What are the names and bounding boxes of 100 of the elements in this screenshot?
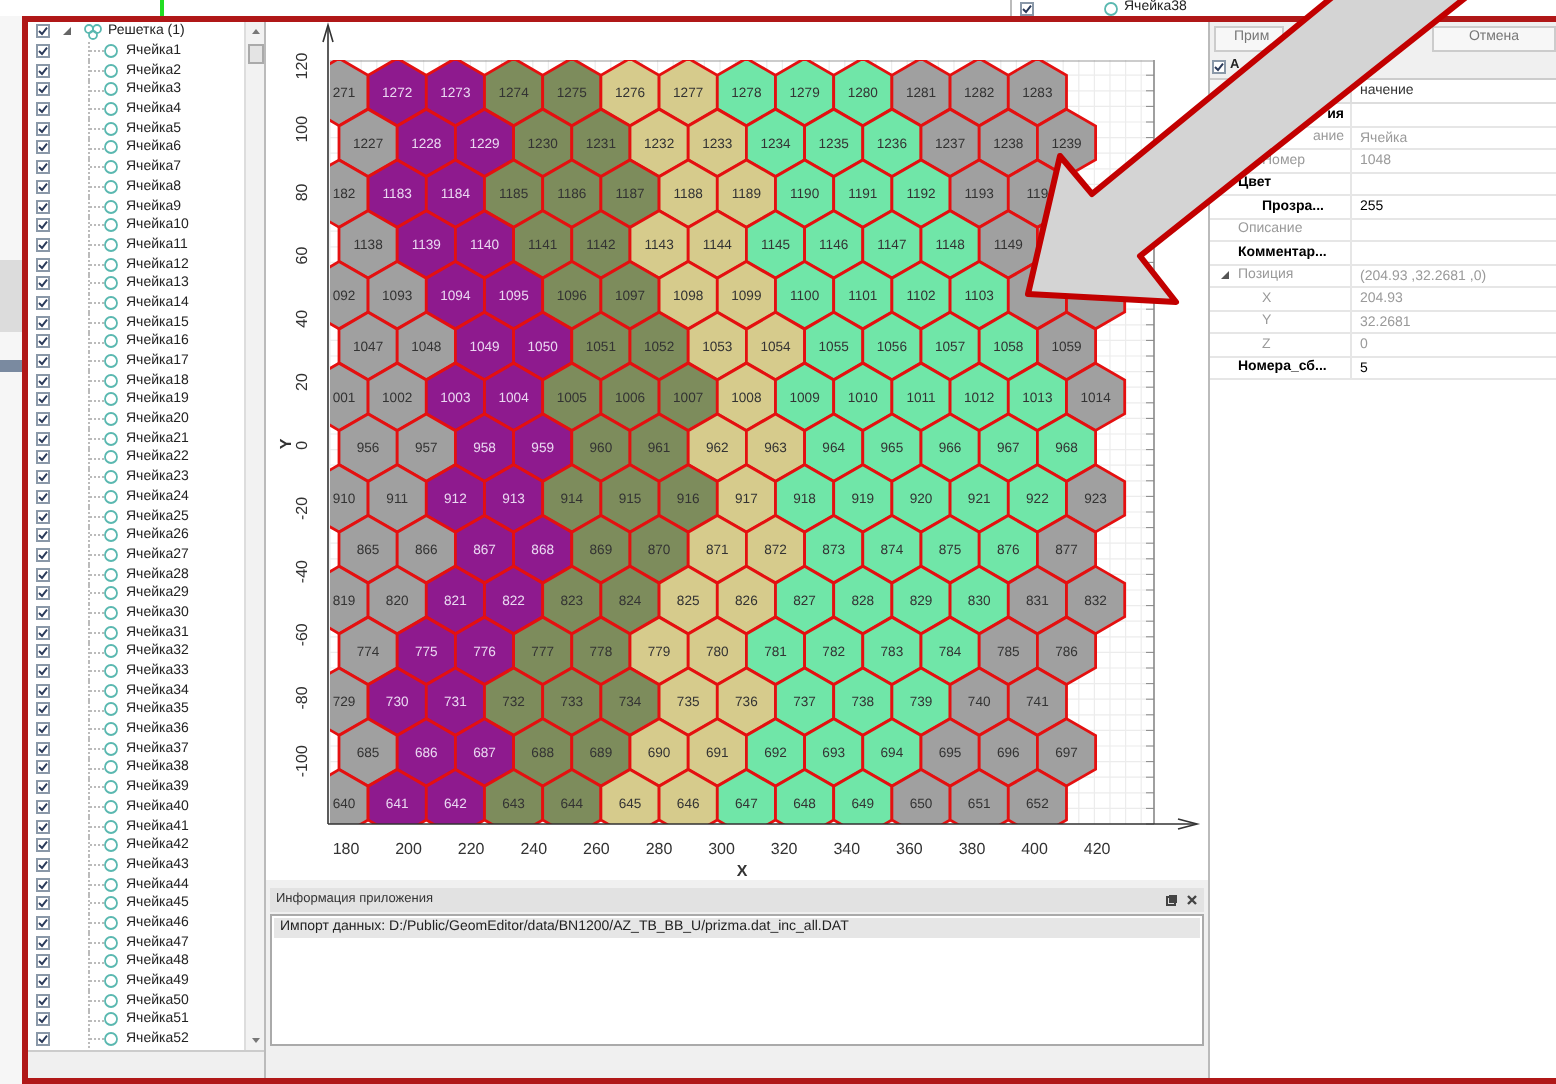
checkbox[interactable] — [36, 799, 50, 814]
axis-tick-label: 60 — [293, 246, 311, 265]
circle-icon — [104, 625, 118, 640]
checkbox[interactable] — [36, 470, 50, 485]
axis-tick-label: 400 — [1021, 840, 1048, 858]
circle-icon — [104, 199, 118, 214]
axis-tick-label: 380 — [958, 840, 986, 858]
checkbox[interactable] — [36, 760, 50, 775]
checkbox[interactable] — [36, 373, 50, 388]
circle-icon — [104, 586, 118, 601]
checkbox[interactable] — [36, 586, 50, 601]
circle-icon — [104, 935, 118, 950]
circle-icon — [104, 412, 118, 427]
checkbox[interactable] — [36, 44, 50, 59]
checkbox[interactable] — [36, 354, 50, 369]
checkbox[interactable] — [36, 63, 50, 78]
circle-icon — [104, 392, 118, 407]
close-icon[interactable] — [1186, 894, 1198, 906]
axis-tick-label: 340 — [833, 840, 861, 858]
checkbox[interactable] — [36, 993, 50, 1008]
checkbox[interactable] — [36, 82, 50, 97]
checkbox[interactable] — [36, 160, 50, 175]
checkbox[interactable] — [36, 683, 50, 698]
scrollbar-thumb[interactable] — [247, 44, 263, 64]
scroll-down-icon[interactable] — [249, 1034, 261, 1046]
checkbox[interactable] — [36, 257, 50, 272]
circle-icon — [104, 218, 118, 233]
circle-icon — [104, 605, 118, 620]
checkbox[interactable] — [36, 450, 50, 465]
checkbox[interactable] — [36, 392, 50, 407]
checkbox[interactable] — [36, 877, 50, 892]
checkbox[interactable] — [36, 121, 50, 136]
checkbox[interactable] — [36, 954, 50, 969]
checkbox[interactable] — [36, 625, 50, 640]
checkbox[interactable] — [36, 24, 50, 39]
checkbox[interactable] — [36, 974, 50, 989]
checkbox[interactable] — [36, 896, 50, 911]
checkbox[interactable] — [36, 334, 50, 349]
axis-tick-label: 260 — [583, 840, 610, 858]
checkbox[interactable] — [36, 179, 50, 194]
axis-tick-label: 320 — [770, 840, 798, 858]
axis-tick-label: 40 — [293, 309, 311, 328]
checkbox[interactable] — [36, 295, 50, 310]
checkbox[interactable] — [1212, 59, 1226, 73]
axis-tick-label: -80 — [293, 686, 311, 710]
checkbox[interactable] — [36, 199, 50, 214]
checkbox[interactable] — [36, 276, 50, 291]
circle-icon — [104, 334, 118, 349]
checkbox[interactable] — [36, 1012, 50, 1027]
float-icon[interactable] — [1166, 894, 1178, 906]
checkbox[interactable] — [36, 547, 50, 562]
checkbox[interactable] — [36, 838, 50, 853]
checkbox[interactable] — [1020, 1, 1034, 15]
axis-tick-label: 200 — [395, 840, 422, 858]
caret-icon[interactable] — [62, 26, 72, 37]
circle-icon — [104, 470, 118, 485]
circle-icon — [104, 450, 118, 465]
axis-tick-label: 80 — [293, 183, 311, 202]
circle-icon — [104, 722, 118, 737]
axis-title: X — [736, 862, 748, 880]
axis-tick-label: 20 — [293, 373, 311, 391]
checkbox[interactable] — [36, 528, 50, 543]
checkbox[interactable] — [36, 664, 50, 679]
scrollbar[interactable] — [244, 22, 264, 1050]
checkbox[interactable] — [36, 412, 50, 427]
checkbox[interactable] — [36, 722, 50, 737]
circle-icon — [104, 702, 118, 717]
checkbox[interactable] — [36, 935, 50, 950]
checkbox[interactable] — [36, 915, 50, 930]
checkbox[interactable] — [36, 489, 50, 504]
checkbox[interactable] — [36, 605, 50, 620]
circle-icon — [104, 741, 118, 756]
checkbox[interactable] — [36, 567, 50, 582]
checkbox[interactable] — [36, 857, 50, 872]
axis-tick-label: 0 — [293, 440, 311, 450]
checkbox[interactable] — [36, 741, 50, 756]
circle-icon — [104, 838, 118, 853]
axis-tick-label: -100 — [293, 745, 311, 778]
checkbox[interactable] — [36, 702, 50, 717]
circle-icon — [104, 780, 118, 795]
circle-icon — [104, 974, 118, 989]
circle-icon — [104, 354, 118, 369]
checkbox[interactable] — [36, 237, 50, 252]
checkbox[interactable] — [36, 780, 50, 795]
checkbox[interactable] — [36, 431, 50, 446]
circle-icon — [1104, 1, 1118, 15]
checkbox[interactable] — [36, 102, 50, 117]
axis-tick-label: -60 — [293, 623, 311, 647]
axis-tick-label: 360 — [896, 840, 923, 858]
circle-icon — [104, 954, 118, 969]
checkbox[interactable] — [36, 644, 50, 659]
checkbox[interactable] — [36, 1032, 50, 1047]
caret-icon[interactable] — [1220, 270, 1230, 281]
checkbox[interactable] — [36, 819, 50, 834]
checkbox[interactable] — [36, 140, 50, 155]
checkbox[interactable] — [36, 315, 50, 330]
scroll-up-icon[interactable] — [249, 26, 261, 38]
checkbox[interactable] — [36, 509, 50, 524]
checkbox[interactable] — [36, 218, 50, 233]
circle-icon — [104, 179, 118, 194]
